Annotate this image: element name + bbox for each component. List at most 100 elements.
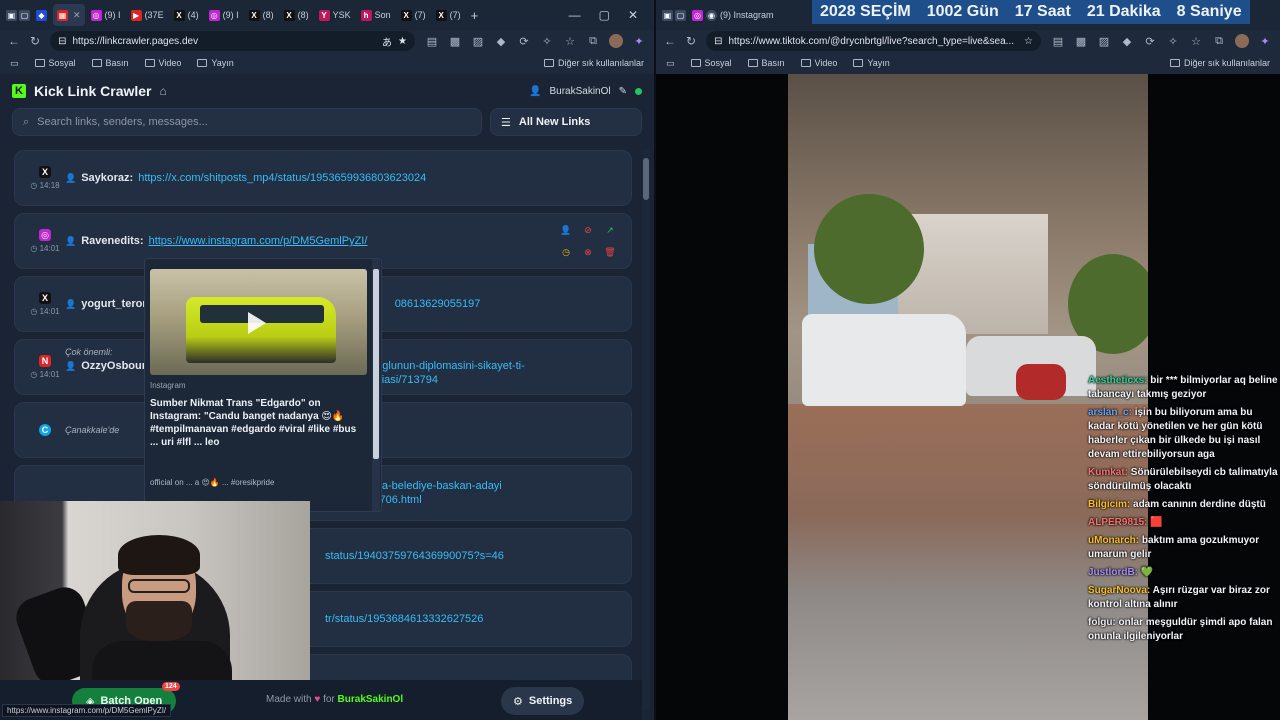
chat-username[interactable]: uMonarch:: [1088, 535, 1142, 546]
translate-icon[interactable]: あ: [382, 34, 392, 49]
extension-icon[interactable]: ▩: [1074, 34, 1088, 48]
chat-username[interactable]: JustlordB:: [1088, 567, 1141, 578]
chat-username[interactable]: Bilgicim:: [1088, 499, 1133, 510]
favorite-star-icon[interactable]: ★: [398, 36, 407, 47]
workspaces-icon[interactable]: ▣: [662, 9, 673, 21]
link-url[interactable]: moglunun-diplomasini-sikayet-ti-iddiasi/…: [367, 359, 547, 387]
tab-12[interactable]: X (7): [432, 4, 465, 26]
bookmark-other[interactable]: Diğer sık kullanılanlar: [1169, 58, 1270, 68]
favorites-icon[interactable]: ☆: [1189, 34, 1203, 48]
delete-icon[interactable]: 🗑: [603, 245, 617, 259]
tab-actions-icon[interactable]: ▢: [19, 9, 30, 21]
tab-4[interactable]: ▶ (37E: [127, 4, 168, 26]
new-tab-icon[interactable]: +: [471, 8, 479, 23]
extension-icon[interactable]: ▩: [448, 34, 462, 48]
tab-actions-icon[interactable]: ▢: [675, 9, 686, 21]
chat-username[interactable]: Aestheticxs:: [1088, 375, 1150, 386]
link-url[interactable]: https://www.instagram.com/p/DM5GemlPyZI/: [149, 235, 368, 247]
extension-icon[interactable]: ⟳: [1143, 34, 1157, 48]
minimize-icon[interactable]: —: [569, 8, 581, 22]
back-icon[interactable]: ←: [664, 34, 676, 48]
open-external-icon[interactable]: ↗: [603, 223, 617, 237]
tab-10[interactable]: h Son: [357, 4, 395, 26]
scroll-thumb[interactable]: [643, 158, 649, 200]
tab-instagram[interactable]: ◎ ◉ (9) Instagram: [688, 4, 778, 26]
bookmark-yayin[interactable]: Yayın: [853, 58, 890, 68]
preview-thumbnail[interactable]: [150, 269, 367, 375]
extension-icon[interactable]: ▨: [1097, 34, 1111, 48]
chat-username[interactable]: ALPER9815:: [1088, 517, 1150, 528]
play-icon[interactable]: [248, 312, 266, 334]
bookmark-sosyal[interactable]: Sosyal: [34, 58, 76, 68]
mute-icon[interactable]: ⊗: [581, 245, 595, 259]
extension-icon[interactable]: ◆: [1120, 34, 1134, 48]
collections-icon[interactable]: ⧉: [1212, 34, 1226, 48]
bookmark-other[interactable]: Diğer sık kullanılanlar: [543, 58, 644, 68]
reload-icon[interactable]: ↻: [30, 34, 40, 48]
bookmark-yayin[interactable]: Yayın: [197, 58, 234, 68]
extension-icon[interactable]: ✧: [540, 34, 554, 48]
search-input[interactable]: ⌕ Search links, senders, messages...: [12, 108, 482, 136]
edit-icon[interactable]: ✎: [619, 86, 627, 97]
bookmark-basin[interactable]: Basın: [91, 58, 129, 68]
extension-icon[interactable]: ✧: [1166, 34, 1180, 48]
tab-sidebar-icon[interactable]: ▭: [666, 58, 675, 69]
site-info-icon[interactable]: ⊟: [58, 36, 66, 47]
link-url[interactable]: 08613629055197: [395, 298, 481, 310]
chat-username[interactable]: arslan_c:: [1088, 407, 1135, 418]
close-tab-icon[interactable]: ✕: [73, 10, 81, 21]
footer-user[interactable]: BurakSakinOl: [338, 694, 404, 705]
preview-scrollbar[interactable]: [372, 259, 380, 511]
tab-11[interactable]: X (7): [397, 4, 430, 26]
tab-7[interactable]: X (8): [245, 4, 278, 26]
tab-1[interactable]: ◆: [32, 4, 51, 26]
block-icon[interactable]: ⊘: [581, 223, 595, 237]
copilot-icon[interactable]: ✦: [632, 34, 646, 48]
bookmark-video[interactable]: Video: [800, 58, 837, 68]
extension-icon[interactable]: ⟳: [517, 34, 531, 48]
site-info-icon[interactable]: ⊟: [714, 36, 722, 47]
address-bar[interactable]: ⊟ https://www.tiktok.com/@drycnbrtgl/liv…: [706, 31, 1041, 51]
scrollbar[interactable]: [642, 150, 650, 710]
chat-username[interactable]: SugarNoova:: [1088, 585, 1153, 596]
extension-icon[interactable]: ▤: [425, 34, 439, 48]
favorites-icon[interactable]: ☆: [563, 34, 577, 48]
workspaces-icon[interactable]: ▣: [6, 9, 17, 21]
collections-icon[interactable]: ⧉: [586, 34, 600, 48]
extension-icon[interactable]: ▤: [1051, 34, 1065, 48]
tab-8[interactable]: X (8): [280, 4, 313, 26]
preview-scroll-thumb[interactable]: [373, 269, 379, 459]
avatar[interactable]: [609, 34, 623, 48]
filter-dropdown[interactable]: ☰ All New Links: [490, 108, 642, 136]
maximize-icon[interactable]: ▢: [599, 8, 610, 22]
extension-icon[interactable]: ▨: [471, 34, 485, 48]
approve-user-icon[interactable]: 👤: [559, 223, 573, 237]
extension-icon[interactable]: ◆: [494, 34, 508, 48]
reload-icon[interactable]: ↻: [686, 34, 696, 48]
github-icon[interactable]: ⌂: [160, 84, 167, 98]
link-url[interactable]: status/1940375976436990075?s=46: [325, 550, 504, 562]
settings-button[interactable]: ⚙ Settings: [501, 687, 585, 715]
tab-linkcrawler[interactable]: ▦ ✕: [53, 4, 85, 26]
favorite-star-icon[interactable]: ☆: [1024, 36, 1033, 47]
address-bar[interactable]: ⊟ https://linkcrawler.pages.dev あ ★: [50, 31, 415, 51]
tab-9[interactable]: Y YSK: [315, 4, 355, 26]
bookmark-basin[interactable]: Basın: [747, 58, 785, 68]
tab-sidebar-icon[interactable]: ▭: [10, 58, 19, 69]
link-url[interactable]: tr/status/1953684613332627526: [325, 613, 483, 625]
tab-3[interactable]: ◎ (9) I: [87, 4, 125, 26]
bookmark-sosyal[interactable]: Sosyal: [690, 58, 732, 68]
link-preview-popup[interactable]: Instagram Sumber Nikmat Trans "Edgardo" …: [144, 258, 382, 512]
copilot-icon[interactable]: ✦: [1258, 34, 1272, 48]
bookmark-video[interactable]: Video: [144, 58, 181, 68]
chat-username[interactable]: Kumkat:: [1088, 467, 1131, 478]
link-url[interactable]: https://x.com/shitposts_mp4/status/19536…: [138, 172, 426, 184]
back-icon[interactable]: ←: [8, 34, 20, 48]
close-window-icon[interactable]: ✕: [628, 8, 638, 22]
tab-5[interactable]: X (4): [170, 4, 203, 26]
link-card[interactable]: X ◷ 14:18 👤 Saykoraz: https://x.com/shitpos…: [14, 150, 632, 206]
tab-6[interactable]: ◎ (9) I: [205, 4, 243, 26]
chat-username[interactable]: folgu:: [1088, 617, 1119, 628]
avatar[interactable]: [1235, 34, 1249, 48]
timer-icon[interactable]: ◷: [559, 245, 573, 259]
